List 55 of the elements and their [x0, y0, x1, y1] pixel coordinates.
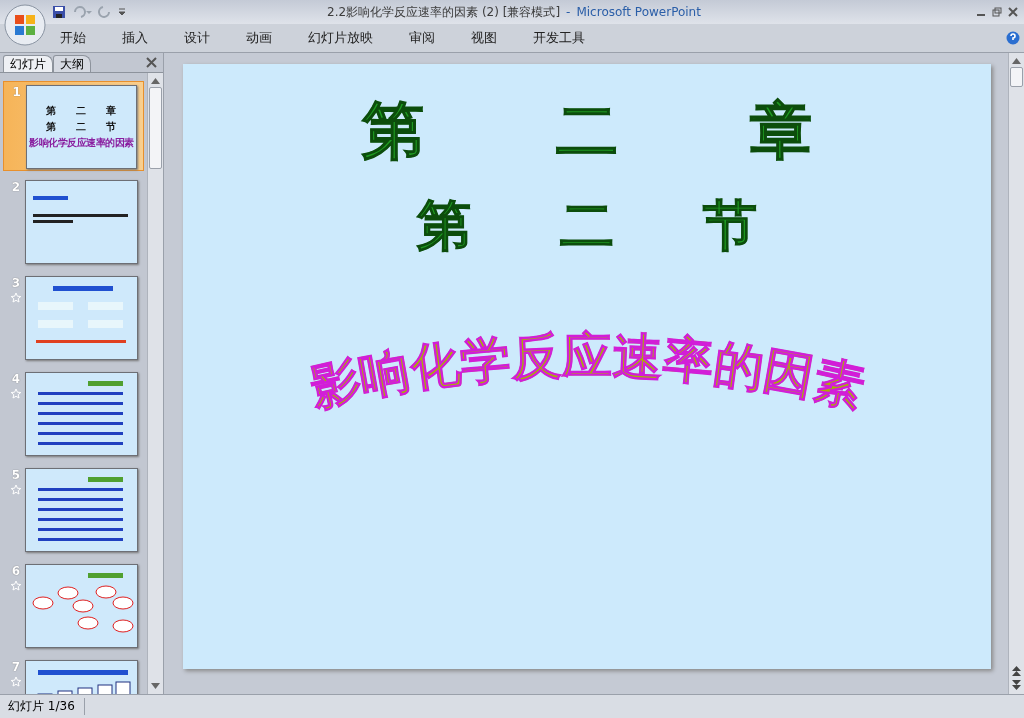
slide-thumbnail[interactable]: 第 二 章 第 二 节 影响化学反应速率的因素 — [25, 85, 137, 169]
slide-thumbnail[interactable] — [24, 180, 138, 264]
ribbon-tab[interactable]: 幻灯片放映 — [308, 29, 391, 47]
previous-slide-icon[interactable] — [1012, 666, 1021, 676]
slide-thumbnail[interactable] — [24, 372, 138, 456]
title-separator: - — [566, 5, 571, 19]
ribbon-tab[interactable]: 插入 — [122, 29, 166, 47]
window-title: 2.2影响化学反应速率的因素 (2) [兼容模式] — [327, 3, 561, 21]
app-name: Microsoft PowerPoint — [576, 5, 701, 19]
slide-number: 3 — [11, 276, 21, 290]
close-icon[interactable] — [146, 57, 157, 68]
ribbon-tab[interactable]: 动画 — [246, 29, 290, 47]
slide-indicator: 幻灯片 1/36 — [0, 698, 85, 715]
slide-list-item[interactable]: 1 第 二 章 第 二 节 影响化学反应速率的因素 — [3, 81, 144, 171]
scrollbar-thumb[interactable] — [149, 87, 162, 169]
slide-heading-char: 章 — [750, 98, 812, 164]
slide-number: 7 — [11, 660, 21, 674]
pane-tab[interactable]: 大纲 — [53, 55, 91, 72]
slide-number: 2 — [11, 180, 21, 194]
save-icon[interactable] — [52, 5, 66, 19]
thumbnail-title: 影响化学反应速率的因素 — [29, 136, 134, 150]
slide-subheading-char: 节 — [703, 197, 757, 254]
slide-thumbnail[interactable] — [24, 276, 138, 360]
help-icon[interactable] — [1006, 31, 1020, 45]
thumbnail-heading-char: 章 — [106, 104, 117, 118]
scroll-up-icon[interactable] — [151, 77, 160, 85]
ribbon-tab[interactable]: 开始 — [60, 29, 104, 47]
slide-heading-char: 第 — [362, 98, 424, 164]
slide-number: 4 — [11, 372, 21, 386]
dropdown-icon[interactable] — [118, 8, 126, 16]
slide-thumbnail[interactable] — [24, 468, 138, 552]
restore-icon[interactable] — [992, 7, 1002, 17]
scrollbar-thumb[interactable] — [1010, 67, 1023, 87]
slide-number: 5 — [11, 468, 21, 482]
ribbon-tab[interactable]: 设计 — [184, 29, 228, 47]
thumbnail-subheading-char: 二 — [76, 120, 87, 134]
thumbnail-heading-char: 第 — [46, 104, 57, 118]
slide-subheading-char: 二 — [560, 197, 614, 254]
slide-number: 6 — [11, 564, 21, 578]
scroll-up-icon[interactable] — [1012, 57, 1021, 65]
slide-thumbnail[interactable] — [24, 564, 138, 648]
ribbon-tab[interactable]: 开发工具 — [533, 29, 603, 47]
slide-number: 1 — [12, 85, 21, 99]
thumbnail-subheading-char: 第 — [46, 120, 57, 134]
thumbnail-subheading-char: 节 — [106, 120, 117, 134]
pane-tab[interactable]: 幻灯片 — [3, 55, 53, 72]
ribbon-tab[interactable]: 审阅 — [409, 29, 453, 47]
ribbon-tab[interactable]: 视图 — [471, 29, 515, 47]
next-slide-icon[interactable] — [1012, 680, 1021, 690]
thumbnail-heading-char: 二 — [76, 104, 87, 118]
slide-subheading-char: 第 — [417, 197, 471, 254]
close-icon[interactable] — [1008, 7, 1018, 17]
slide-title: 影响化学反应速率的因素 — [304, 326, 870, 418]
scroll-down-icon[interactable] — [151, 682, 160, 690]
slide-heading-char: 二 — [556, 98, 618, 164]
